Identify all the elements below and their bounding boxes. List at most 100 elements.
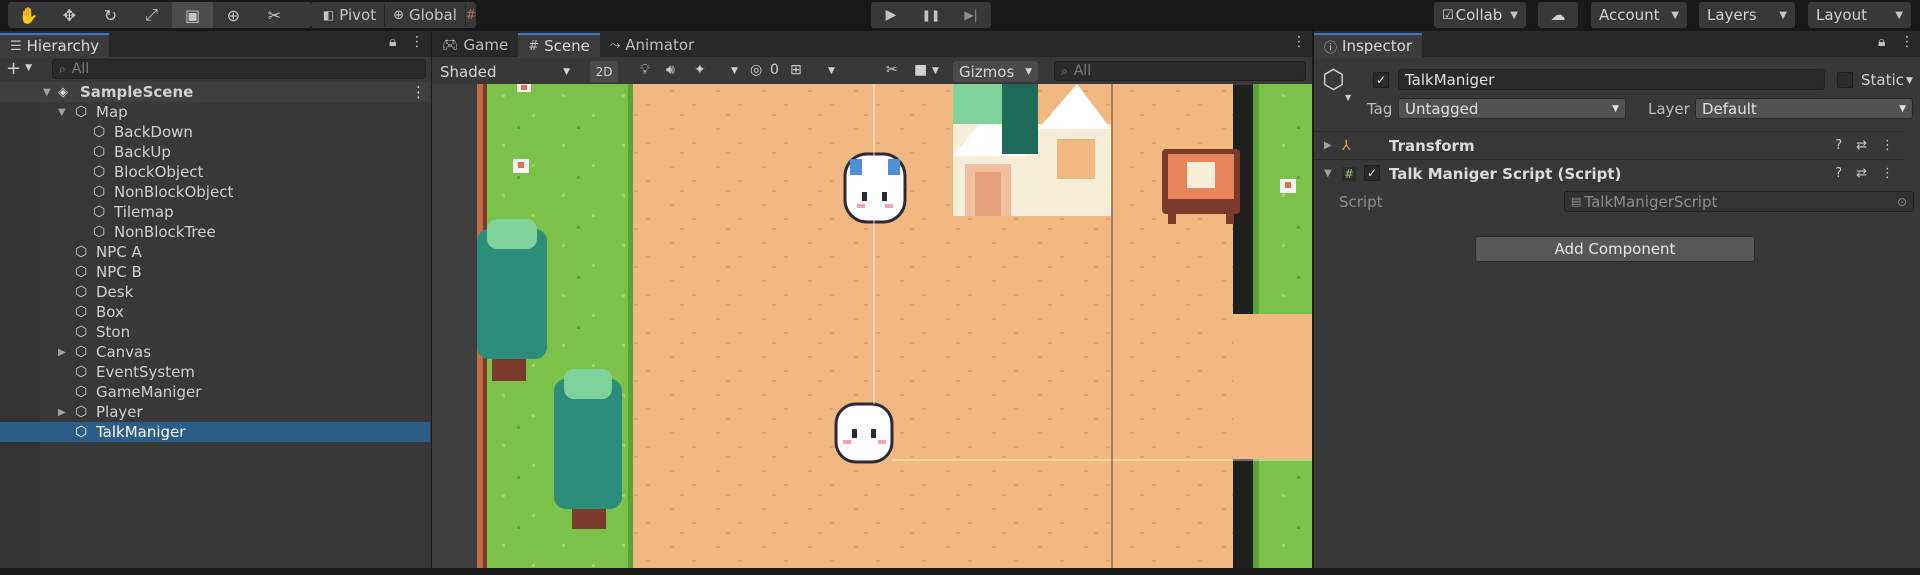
hierarchy-item[interactable]: ⬡ NonBlockObject [0,182,430,202]
hierarchy-item[interactable]: ⬡ BlockObject [0,162,430,182]
more-menu-icon[interactable]: ⋮ [1900,34,1914,50]
account-dropdown[interactable]: Account ▼ [1591,2,1687,28]
hierarchy-item[interactable]: ▶ ⬡ Canvas [0,342,430,362]
tab-hierarchy[interactable]: ☰ Hierarchy [0,33,110,57]
hierarchy-item[interactable]: ▶ ⬡ Player [0,402,430,422]
custom-tool-button[interactable]: ✂ [254,2,295,28]
effects-toggle-icon[interactable]: ✦ [694,62,706,78]
move-tool-button[interactable]: ✥ [49,2,90,28]
scene-visibility-icon[interactable]: ◎ [750,62,762,78]
hierarchy-item[interactable]: ⬡ BackDown [0,122,430,142]
foldout-closed-icon[interactable]: ▶ [1324,140,1332,151]
more-menu-icon[interactable]: ⋮ [410,34,424,50]
tab-inspector[interactable]: ⓘ Inspector [1314,33,1422,57]
cloud-button[interactable]: ☁ [1538,2,1578,28]
camera-icon[interactable]: ■ [914,62,927,78]
tag-dropdown[interactable]: Untagged ▼ [1398,98,1626,119]
tab-game[interactable]: 🎮︎ Game [432,33,518,57]
collab-dropdown[interactable]: ☑ Collab ▼ [1434,2,1526,28]
tab-scene[interactable]: # Scene [518,33,600,57]
lighting-toggle-icon[interactable]: 💡︎ [640,62,650,78]
more-menu-icon[interactable]: ⋮ [1881,166,1894,181]
script-field-value: TalkManigerScript [1584,192,1718,211]
hierarchy-item-label: EventSystem [96,363,195,381]
hierarchy-item[interactable]: ⬡ Ston [0,322,430,342]
rect-tool-button[interactable]: ▣ [172,2,213,28]
audio-toggle-icon[interactable]: 🔊︎ [666,62,675,78]
hierarchy-item[interactable]: ⬡ EventSystem [0,362,430,382]
active-checkbox[interactable]: ✓ [1373,72,1389,88]
hierarchy-item[interactable]: ⬡ Tilemap [0,202,430,222]
hierarchy-item-label: BlockObject [114,163,204,181]
tools-icon[interactable]: ✂ [886,62,898,78]
object-picker-icon[interactable]: ⊙ [1897,195,1907,209]
chevron-down-icon[interactable]: ▼ [932,66,939,76]
transform-component-header[interactable]: ▶ ⅄ Transform ? ⇄ ⋮ [1314,131,1904,159]
help-icon[interactable]: ? [1835,166,1842,181]
layers-dropdown[interactable]: Layers ▼ [1699,2,1795,28]
foldout-open-icon[interactable]: ▼ [1324,168,1332,179]
component-enabled-checkbox[interactable]: ✓ [1364,165,1380,181]
transform-tool-button[interactable]: ⊕ [213,2,254,28]
gameobject-cube-icon: ⬡ [75,364,88,380]
search-placeholder: All [71,61,90,77]
layer-dropdown[interactable]: Default ▼ [1695,98,1913,119]
chevron-down-icon[interactable]: ▼ [731,66,738,76]
chevron-down-icon[interactable]: ▼ [1906,76,1913,86]
script-component-header[interactable]: ▼ # ✓ Talk Maniger Script (Script) ? ⇄ ⋮ [1314,159,1904,187]
hierarchy-item[interactable]: ⬡ NPC A [0,242,430,262]
grid-toggle-icon[interactable]: ⊞ [790,62,802,78]
scene-viewport[interactable] [432,84,1312,568]
lock-icon[interactable]: 🔒︎ [1878,34,1885,50]
hierarchy-item-label: Tilemap [114,203,174,221]
hierarchy-item[interactable]: ⬡ TalkManiger [0,422,430,442]
preset-icon[interactable]: ⇄ [1856,138,1867,153]
play-button[interactable]: ▶ [871,2,911,28]
global-toggle[interactable]: ⊕ Global [385,2,465,28]
rotate-tool-button[interactable]: ↻ [90,2,131,28]
foldout-open-icon[interactable]: ▼ [58,107,66,118]
scene-search-input[interactable]: ⌕ All [1054,61,1306,81]
step-button[interactable]: ▶| [951,2,991,28]
hierarchy-item[interactable]: ⬡ GameManiger [0,382,430,402]
more-menu-icon[interactable]: ⋮ [1881,138,1894,153]
tab-animator[interactable]: ⤳ Animator [600,33,704,57]
hierarchy-item[interactable]: ⬡ NPC B [0,262,430,282]
script-object-field[interactable]: ▤ TalkManigerScript ⊙ [1564,191,1914,212]
hierarchy-item[interactable]: ⬡ BackUp [0,142,430,162]
scene-header-row[interactable]: ▼ ◈ SampleScene ⋮ [0,82,430,102]
hierarchy-item[interactable]: ⬡ Desk [0,282,430,302]
create-dropdown[interactable]: + ▼ [6,58,42,79]
help-icon[interactable]: ? [1835,138,1842,153]
scale-tool-icon: ⤢ [145,5,158,24]
foldout-closed-icon[interactable]: ▶ [58,347,66,358]
hidden-count: 0 [770,62,779,78]
static-checkbox[interactable] [1837,72,1853,88]
more-menu-icon[interactable]: ⋮ [1292,34,1306,50]
flower-right [1280,179,1296,193]
scene-tab-label: Scene [544,37,590,55]
object-name-field[interactable]: TalkManiger [1398,69,1825,90]
lock-icon[interactable]: 🔒︎ [389,34,396,50]
chevron-down-icon[interactable]: ▼ [1345,93,1351,102]
shading-mode-dropdown[interactable]: Shaded ▼ [434,61,576,82]
chevron-down-icon[interactable]: ▼ [828,66,835,76]
grid-snap-button[interactable]: # [466,2,477,28]
foldout-closed-icon[interactable]: ▶ [58,407,66,418]
add-component-button[interactable]: Add Component [1475,236,1755,262]
pause-icon: ❚❚ [921,8,941,22]
pivot-toggle[interactable]: ◧ Pivot [311,2,384,28]
hierarchy-item[interactable]: ⬡ Box [0,302,430,322]
hierarchy-item-label: Canvas [96,343,152,361]
gizmos-dropdown[interactable]: Gizmos ▼ [953,61,1038,82]
layout-dropdown[interactable]: Layout ▼ [1808,2,1911,28]
hierarchy-item[interactable]: ▼ ⬡ Map [0,102,430,122]
hierarchy-search-input[interactable]: ⌕ All [52,59,426,79]
preset-icon[interactable]: ⇄ [1856,166,1867,181]
hierarchy-item[interactable]: ⬡ NonBlockTree [0,222,430,242]
pause-button[interactable]: ❚❚ [911,2,951,28]
scene-menu-icon[interactable]: ⋮ [411,83,426,101]
toggle-2d-button[interactable]: 2D [590,61,618,82]
hand-tool-button[interactable]: ✋ [8,2,49,28]
scale-tool-button[interactable]: ⤢ [131,2,172,28]
